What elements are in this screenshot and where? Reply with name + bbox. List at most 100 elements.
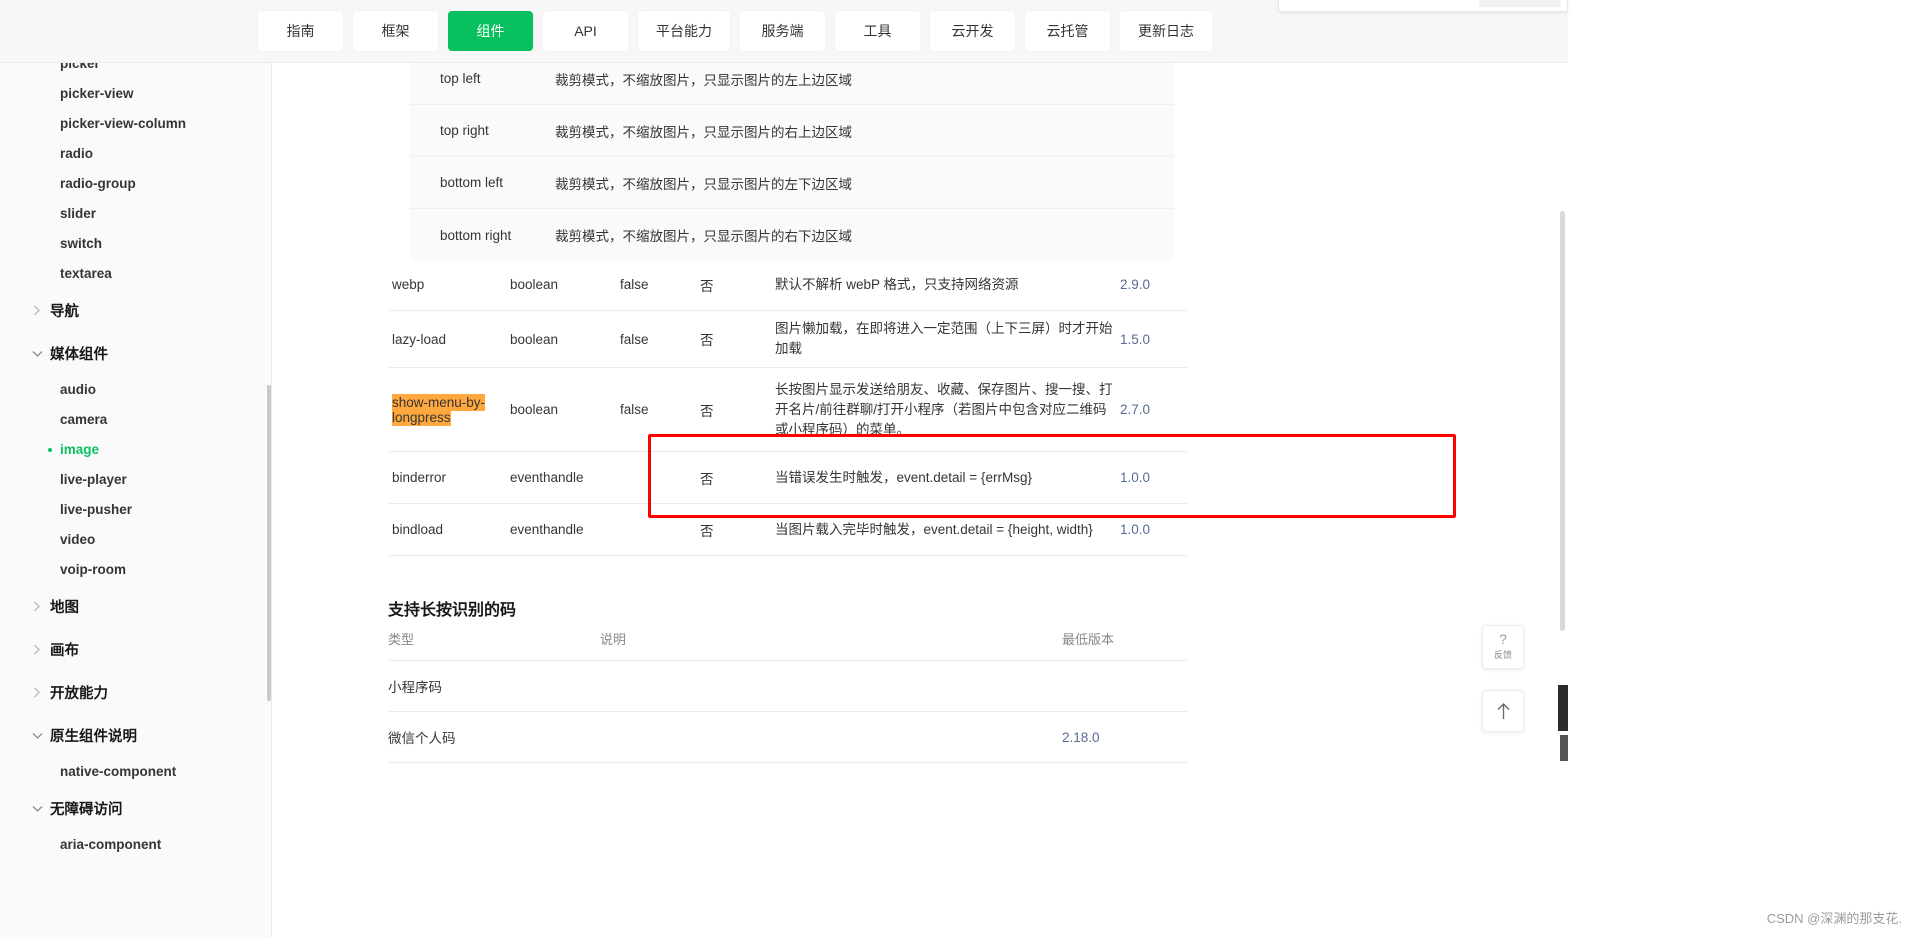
attribute-required: 否	[700, 278, 714, 294]
back-to-top-button[interactable]	[1482, 690, 1524, 732]
scroll-edge-marker	[1558, 685, 1568, 731]
attribute-min-version[interactable]: 2.7.0	[1120, 402, 1188, 417]
code-table-header-desc: 说明	[600, 632, 627, 647]
attribute-description: 长按图片显示发送给朋友、收藏、保存图片、搜一搜、打开名片/前往群聊/打开小程序（…	[775, 381, 1113, 437]
main-content: top left 裁剪模式，不缩放图片，只显示图片的左上边区域 top right 裁…	[272, 63, 1568, 937]
nav-tab-9[interactable]: 云托管	[1025, 11, 1110, 51]
sidebar-item-camera[interactable]: camera	[0, 405, 271, 435]
nav-tab-3[interactable]: 组件	[448, 11, 533, 51]
code-min-version[interactable]: 2.18.0	[1062, 730, 1188, 745]
sidebar-group-21[interactable]: 原生组件说明	[0, 714, 271, 757]
attribute-row: webp boolean false 否 默认不解析 webP 格式，只支持网络资源 2.…	[388, 259, 1188, 311]
attribute-name: lazy-load	[392, 331, 447, 347]
code-table-row: 微信个人码 2.18.0	[388, 712, 1188, 763]
sidebar-scrollbar[interactable]	[267, 385, 271, 701]
attribute-type: eventhandle	[510, 470, 584, 485]
nav-tabs: 指南 框架 组件 API 平台能力 服务端 工具 云开发 云托管 更新日志	[258, 11, 1212, 51]
attribute-min-version[interactable]: 1.5.0	[1120, 332, 1188, 347]
attribute-type: eventhandle	[510, 522, 584, 537]
mode-description: 裁剪模式，不缩放图片，只显示图片的左下边区域	[555, 176, 852, 192]
chevron-right-icon	[30, 686, 44, 700]
attribute-min-version[interactable]: 1.0.0	[1120, 470, 1188, 485]
attribute-min-version[interactable]: 1.0.0	[1120, 522, 1188, 537]
chevron-right-icon	[30, 600, 44, 614]
attribute-type: boolean	[510, 331, 559, 347]
nav-tab-10[interactable]: 更新日志	[1120, 11, 1212, 51]
attribute-default: false	[620, 331, 649, 347]
nav-tab-6[interactable]: 服务端	[740, 11, 825, 51]
mode-description: 裁剪模式，不缩放图片，只显示图片的左上边区域	[555, 72, 852, 88]
content-scrollbar[interactable]	[1560, 211, 1565, 631]
attribute-min-version[interactable]: 2.9.0	[1120, 277, 1188, 292]
top-navigation-bar: 指南 框架 组件 API 平台能力 服务端 工具 云开发 云托管 更新日志	[0, 0, 1568, 63]
feedback-button[interactable]: ? 反馈	[1482, 625, 1524, 669]
nav-tab-2[interactable]: 框架	[353, 11, 438, 51]
attribute-row: lazy-load boolean false 否 图片懒加载，在即将进入一定范围（上下…	[388, 311, 1188, 368]
attribute-required: 否	[700, 333, 714, 348]
watermark-text: CSDN @深渊的那支花.	[1766, 911, 1902, 926]
chevron-down-icon	[30, 802, 44, 816]
feedback-button-label: 反馈	[1493, 650, 1512, 660]
sidebar-item-switch[interactable]: switch	[0, 229, 271, 259]
sidebar-item-slider[interactable]: slider	[0, 199, 271, 229]
sidebar-group-18[interactable]: 地图	[0, 585, 271, 628]
sidebar-item-live-player[interactable]: live-player	[0, 465, 271, 495]
sidebar-item-live-pusher[interactable]: live-pusher	[0, 495, 271, 525]
sidebar-group-label: 地图	[50, 600, 79, 616]
chevron-right-icon	[30, 643, 44, 657]
sidebar-item-radio-group[interactable]: radio-group	[0, 169, 271, 199]
question-mark-icon: ?	[1499, 631, 1507, 647]
sidebar-item-picker[interactable]: picker	[0, 63, 271, 79]
sidebar-item-aria-component[interactable]: aria-component	[0, 830, 271, 860]
attribute-required: 否	[700, 403, 714, 419]
sidebar-group-20[interactable]: 开放能力	[0, 671, 271, 714]
sidebar-group-label: 画布	[50, 643, 79, 659]
code-table-row: 小程序码	[388, 661, 1188, 712]
nav-tab-4[interactable]: API	[543, 11, 628, 51]
top-right-panel[interactable]	[1278, 0, 1568, 12]
nav-tab-1[interactable]: 指南	[258, 11, 343, 51]
sidebar-group-label: 媒体组件	[50, 347, 108, 363]
sidebar-group-23[interactable]: 无障碍访问	[0, 787, 271, 830]
attribute-name: webp	[392, 277, 425, 292]
mode-description: 裁剪模式，不缩放图片，只显示图片的右上边区域	[555, 124, 852, 140]
sidebar-group-label: 原生组件说明	[50, 729, 137, 745]
sidebar-item-image[interactable]: image	[0, 435, 271, 465]
attribute-required: 否	[700, 471, 714, 487]
attribute-row: binderror eventhandle 否 当错误发生时触发，event.deta…	[388, 452, 1188, 504]
chevron-down-icon	[30, 729, 44, 743]
attribute-type: boolean	[510, 402, 559, 417]
sidebar-group-10[interactable]: 媒体组件	[0, 332, 271, 375]
attribute-type: boolean	[510, 277, 559, 292]
sidebar-group-19[interactable]: 画布	[0, 628, 271, 671]
nav-tab-5[interactable]: 平台能力	[638, 11, 730, 51]
page-right-blank	[1568, 0, 1920, 937]
sidebar-item-radio[interactable]: radio	[0, 139, 271, 169]
sidebar-group-label: 无障碍访问	[50, 802, 123, 818]
attribute-row: bindload eventhandle 否 当图片载入完毕时触发，event.det…	[388, 504, 1188, 556]
mode-table-row: bottom left 裁剪模式，不缩放图片，只显示图片的左下边区域	[410, 157, 1174, 209]
sidebar-item-video[interactable]: video	[0, 525, 271, 555]
sidebar-item-audio[interactable]: audio	[0, 375, 271, 405]
sidebar-navigation[interactable]: picker picker-view picker-view-column radio…	[0, 63, 272, 937]
sidebar-item-voip-room[interactable]: voip-room	[0, 555, 271, 585]
sidebar-item-picker-view-column[interactable]: picker-view-column	[0, 109, 271, 139]
attribute-name: show-menu-by-longpress	[388, 393, 510, 426]
mode-table-row: bottom right 裁剪模式，不缩放图片，只显示图片的右下边区域	[410, 209, 1174, 261]
attribute-name: binderror	[392, 470, 447, 485]
mode-value: bottom left	[440, 175, 504, 190]
code-table-header-type: 类型	[388, 632, 415, 647]
sidebar-item-native-component[interactable]: native-component	[0, 757, 271, 787]
sidebar-group-label: 开放能力	[50, 686, 108, 702]
top-right-panel-inner	[1479, 0, 1561, 7]
attribute-row: show-menu-by-longpress boolean false 否 长按图片显…	[388, 368, 1188, 452]
long-press-code-table: 类型 说明 最低版本 小程序码 微信个人码 2.18.0	[388, 629, 1188, 763]
mode-description: 裁剪模式，不缩放图片，只显示图片的右下边区域	[555, 229, 852, 244]
nav-tab-8[interactable]: 云开发	[930, 11, 1015, 51]
sidebar-item-picker-view[interactable]: picker-view	[0, 79, 271, 109]
sidebar-item-textarea[interactable]: textarea	[0, 259, 271, 289]
sidebar-group-9[interactable]: 导航	[0, 289, 271, 332]
attribute-default: false	[620, 277, 649, 292]
nav-tab-7[interactable]: 工具	[835, 11, 920, 51]
code-table-body: 小程序码 微信个人码 2.18.0	[388, 661, 1188, 763]
